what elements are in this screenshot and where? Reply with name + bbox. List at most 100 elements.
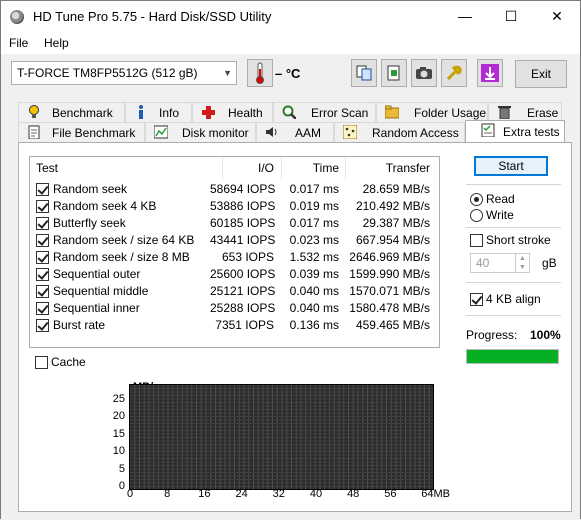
menu-help[interactable]: Help — [44, 36, 69, 50]
y-tick-label: 25 — [112, 393, 125, 405]
screenshot-button[interactable] — [411, 59, 437, 87]
monitor-chart-icon — [154, 125, 168, 139]
graph-grid — [129, 384, 433, 489]
x-tick-label: 56 — [384, 488, 397, 500]
start-button[interactable]: Start — [474, 156, 548, 176]
x-tick-label: 24 — [235, 488, 248, 500]
col-header-test: Test — [36, 161, 59, 175]
table-row: Sequential outer 25600 IOPS 0.039 ms 1599.9… — [30, 266, 439, 283]
test-name: Butterfly seek — [53, 216, 126, 230]
test-checkbox[interactable] — [36, 251, 49, 264]
tab-file-benchmark[interactable]: File Benchmark — [18, 122, 145, 142]
drive-select[interactable]: T-FORCE TM8FP5512G (512 gB) ▼ — [11, 61, 237, 85]
test-name: Sequential outer — [53, 267, 141, 281]
tab-info[interactable]: Info — [125, 102, 192, 122]
tab-erase[interactable]: Erase — [488, 102, 562, 122]
tab-aam[interactable]: AAM — [256, 122, 334, 142]
table-row: Random seek 58694 IOPS 0.017 ms 28.659 MB/s — [30, 181, 439, 198]
tab-row-top: Benchmark Info Health Error Scan Folder … — [1, 102, 580, 122]
test-io: 653 IOPS — [221, 250, 274, 264]
test-transfer: 28.659 MB/s — [362, 182, 430, 196]
table-row: Sequential inner 25288 IOPS 0.040 ms 1580.4… — [30, 300, 439, 317]
tab-health[interactable]: Health — [192, 102, 273, 122]
y-tick-label: 5 — [118, 462, 125, 475]
minimize-button[interactable]: — — [442, 1, 488, 32]
x-tick-label: 16 — [198, 488, 211, 500]
test-transfer: 2646.969 MB/s — [349, 250, 430, 264]
test-time: 0.023 ms — [289, 233, 339, 247]
camera-icon — [416, 67, 432, 79]
save-report-button[interactable] — [381, 59, 407, 87]
y-tick-label: 10 — [112, 445, 125, 458]
x-tick-label: 32 — [272, 488, 285, 500]
test-io: 58694 IOPS — [210, 182, 276, 196]
x-tick-label: 8 — [164, 488, 171, 500]
divider — [466, 315, 561, 316]
test-transfer: 1570.071 MB/s — [349, 284, 430, 298]
cache-checkbox[interactable] — [35, 356, 48, 369]
y-tick-label: 20 — [112, 410, 125, 423]
tab-benchmark[interactable]: Benchmark — [18, 102, 125, 122]
stepper-arrows-icon[interactable]: ▲ ▼ — [515, 254, 529, 272]
tab-random-access[interactable]: Random Access — [334, 122, 465, 142]
test-checkbox[interactable] — [36, 319, 49, 332]
test-transfer: 210.492 MB/s — [355, 199, 430, 213]
wrench-icon — [446, 65, 462, 81]
write-radio[interactable] — [470, 209, 483, 222]
test-name: Random seek / size 64 KB — [53, 233, 195, 247]
test-time: 0.136 ms — [289, 318, 339, 332]
test-checkbox[interactable] — [36, 234, 49, 247]
test-transfer: 667.954 MB/s — [355, 233, 430, 247]
download-button[interactable] — [477, 59, 503, 87]
lightbulb-icon — [29, 105, 39, 118]
test-time: 0.040 ms — [289, 301, 339, 315]
table-row: Random seek / size 64 KB 43441 IOPS 0.023 … — [30, 232, 439, 249]
test-checkbox[interactable] — [36, 183, 49, 196]
copy-button[interactable] — [351, 59, 377, 87]
menu-bar: File Help — [1, 32, 580, 54]
test-checkbox[interactable] — [36, 200, 49, 213]
cache-label: Cache — [51, 355, 86, 369]
short-stroke-checkbox[interactable] — [470, 234, 483, 247]
test-checkbox[interactable] — [36, 217, 49, 230]
tab-folder-usage[interactable]: Folder Usage — [376, 102, 488, 122]
close-button[interactable]: ✕ — [534, 1, 580, 32]
test-transfer: 1599.990 MB/s — [349, 267, 430, 281]
align-checkbox[interactable] — [470, 293, 483, 306]
tab-error-scan[interactable]: Error Scan — [273, 102, 376, 122]
tab-disk-monitor[interactable]: Disk monitor — [145, 122, 256, 142]
report-icon — [387, 65, 400, 81]
exit-button[interactable]: Exit — [515, 60, 567, 88]
divider — [466, 227, 561, 228]
table-row: Random seek 4 KB 53886 IOPS 0.019 ms 210.49… — [30, 198, 439, 215]
thermometer-button[interactable] — [247, 59, 273, 87]
test-time: 0.017 ms — [289, 182, 339, 196]
temperature-readout: – °C — [275, 66, 301, 81]
col-separator — [222, 157, 223, 179]
test-checkbox[interactable] — [36, 285, 49, 298]
col-separator — [281, 157, 282, 179]
y-tick-label: 15 — [112, 427, 125, 440]
read-radio[interactable] — [470, 193, 483, 206]
test-io: 43441 IOPS — [210, 233, 276, 247]
tab-extra-tests[interactable]: Extra tests — [465, 120, 565, 142]
magnifier-icon — [282, 105, 296, 119]
results-table: Test I/O Time Transfer Random seek 58694 … — [29, 156, 440, 348]
test-io: 25600 IOPS — [210, 267, 276, 281]
test-transfer: 459.465 MB/s — [355, 318, 430, 332]
menu-file[interactable]: File — [9, 36, 28, 50]
test-checkbox[interactable] — [36, 302, 49, 315]
maximize-button[interactable]: ☐ — [488, 1, 534, 32]
test-name: Random seek 4 KB — [53, 199, 157, 213]
test-name: Random seek — [53, 182, 128, 196]
stroke-size-stepper[interactable]: 40 ▲ ▼ — [470, 253, 530, 273]
x-tick-label: 64MB — [421, 488, 450, 500]
stroke-size-value: 40 — [476, 256, 490, 270]
options-button[interactable] — [441, 59, 467, 87]
app-window: HD Tune Pro 5.75 - Hard Disk/SSD Utility… — [0, 0, 581, 520]
test-time: 0.039 ms — [289, 267, 339, 281]
progress-value: 100% — [530, 328, 561, 342]
col-header-io: I/O — [257, 161, 274, 175]
test-time: 0.019 ms — [289, 199, 339, 213]
test-checkbox[interactable] — [36, 268, 49, 281]
